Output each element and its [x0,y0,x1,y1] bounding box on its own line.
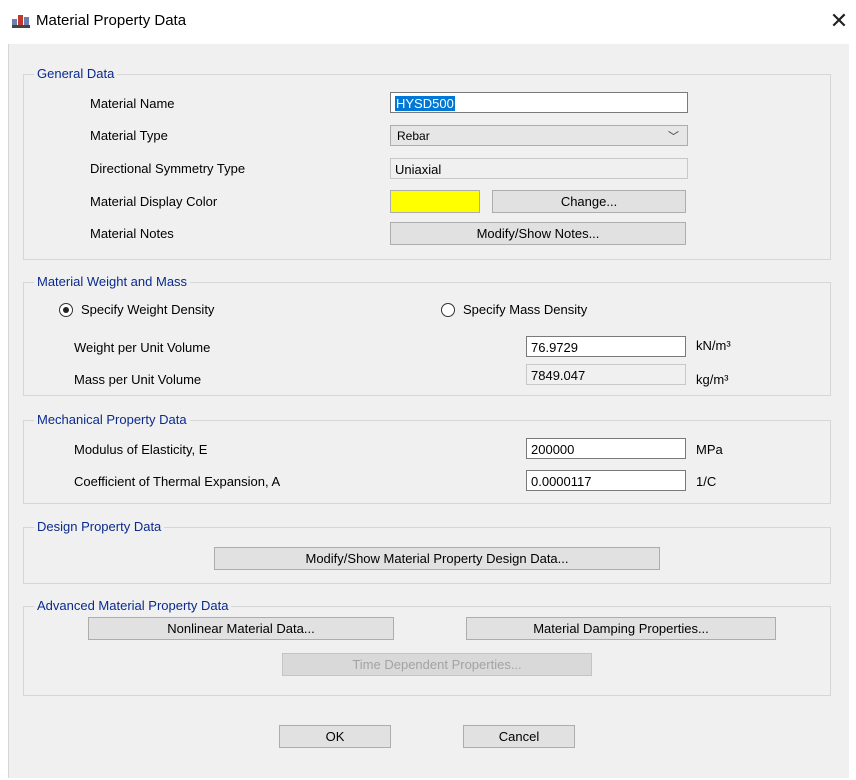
dialog-body: General Data Material Name HYSD500 Mater… [8,44,849,778]
nonlinear-data-button[interactable]: Nonlinear Material Data... [88,617,394,640]
material-notes-label: Material Notes [90,226,174,241]
mechanical-legend: Mechanical Property Data [34,412,190,427]
weight-density-radio[interactable] [59,303,73,317]
weight-mass-legend: Material Weight and Mass [34,274,191,289]
modify-notes-button[interactable]: Modify/Show Notes... [390,222,686,245]
mass-density-radio[interactable] [441,303,455,317]
time-dependent-button: Time Dependent Properties... [282,653,592,676]
mass-per-volume-field: 7849.047 [526,364,686,385]
material-type-label: Material Type [90,128,168,143]
weight-per-volume-input[interactable]: 76.9729 [526,336,686,357]
weight-mass-group: Material Weight and Mass Specify Weight … [23,274,831,396]
advanced-legend: Advanced Material Property Data [34,598,232,613]
design-group: Design Property Data Modify/Show Materia… [23,519,831,584]
app-icon [12,15,30,28]
mass-unit: kg/m³ [696,372,729,387]
symmetry-label: Directional Symmetry Type [90,161,246,176]
close-icon: ✕ [829,8,849,33]
modulus-label: Modulus of Elasticity, E [74,442,208,457]
material-name-value: HYSD500 [395,96,455,111]
change-color-button[interactable]: Change... [492,190,686,213]
general-data-legend: General Data [34,66,118,81]
general-data-group: General Data Material Name HYSD500 Mater… [23,66,831,260]
thermal-unit: 1/C [696,474,717,489]
window-title: Material Property Data [36,12,187,29]
material-type-value: Rebar [397,129,430,143]
thermal-input[interactable]: 0.0000117 [526,470,686,491]
weight-density-label[interactable]: Specify Weight Density [81,302,214,317]
mass-density-label[interactable]: Specify Mass Density [463,302,587,317]
radio-selected-dot [63,307,69,313]
display-color-label: Material Display Color [90,194,218,209]
display-color-swatch [390,190,480,213]
mechanical-group: Mechanical Property Data Modulus of Elas… [23,412,831,504]
weight-per-volume-label: Weight per Unit Volume [74,340,211,355]
mass-per-volume-label: Mass per Unit Volume [74,372,202,387]
ok-button[interactable]: OK [279,725,391,748]
chevron-down-icon: ﹀ [668,131,679,143]
design-legend: Design Property Data [34,519,165,534]
weight-unit: kN/m³ [696,338,731,353]
material-name-label: Material Name [90,96,175,111]
damping-properties-button[interactable]: Material Damping Properties... [466,617,776,640]
material-name-input[interactable]: HYSD500 [390,92,688,113]
thermal-label: Coefficient of Thermal Expansion, A [74,474,281,489]
cancel-button[interactable]: Cancel [463,725,575,748]
modulus-unit: MPa [696,442,723,457]
symmetry-field: Uniaxial [390,158,688,179]
modulus-input[interactable]: 200000 [526,438,686,459]
design-data-button[interactable]: Modify/Show Material Property Design Dat… [214,547,660,570]
material-type-select[interactable]: Rebar ﹀ [390,125,688,146]
close-button[interactable]: ✕ [826,8,852,34]
advanced-group: Advanced Material Property Data Nonlinea… [23,598,831,696]
title-bar: Material Property Data ✕ [0,0,856,44]
